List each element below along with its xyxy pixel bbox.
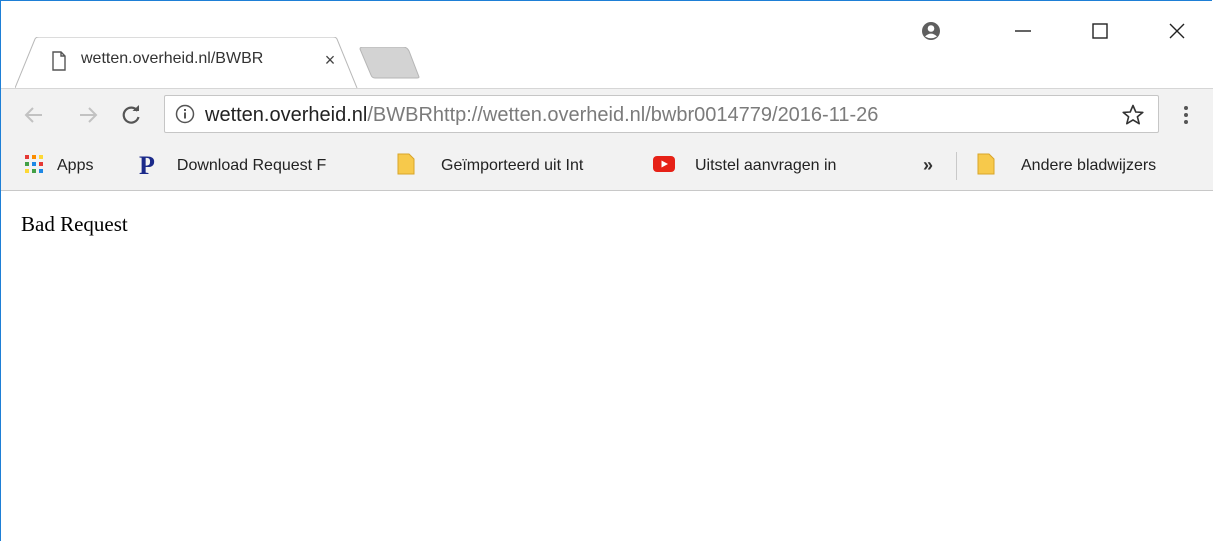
tab-active[interactable]: wetten.overheid.nl/BWBR × <box>15 37 365 88</box>
tab-title: wetten.overheid.nl/BWBR <box>81 50 264 67</box>
url-text[interactable]: wetten.overheid.nl/BWBRhttp://wetten.ove… <box>205 104 878 127</box>
forward-arrow-icon[interactable] <box>73 99 103 131</box>
close-icon[interactable] <box>1157 15 1197 47</box>
bookmark-folder-imported[interactable]: Geïmporteerd uit Int <box>397 142 619 190</box>
page-body-text: Bad Request <box>21 212 128 236</box>
browser-window: wetten.overheid.nl/BWBR × wetten.overhei… <box>0 0 1213 542</box>
bookmark-star-icon[interactable] <box>1121 103 1145 132</box>
bookmarks-overflow-chevron[interactable]: » <box>923 155 933 176</box>
address-bar[interactable]: wetten.overheid.nl/BWBRhttp://wetten.ove… <box>164 95 1159 133</box>
bookmark-apps[interactable]: Apps <box>25 142 93 190</box>
minimize-icon[interactable] <box>1003 15 1043 47</box>
tab-close-icon[interactable]: × <box>320 50 340 70</box>
toolbar: wetten.overheid.nl/BWBRhttp://wetten.ove… <box>1 88 1213 142</box>
bookmark-other-folder[interactable]: Andere bladwijzers <box>977 142 1156 190</box>
bookmark-label: Apps <box>57 157 94 174</box>
p-logo-icon: P <box>139 151 155 180</box>
reload-icon[interactable] <box>116 99 146 131</box>
info-icon[interactable] <box>175 104 195 129</box>
bookmarks-divider <box>956 152 957 180</box>
bookmarks-bar: Apps P Download Request F Geïmporteerd u… <box>1 142 1213 191</box>
bookmark-label: Geïmporteerd uit Int <box>441 157 584 174</box>
page-icon <box>51 51 69 71</box>
account-icon[interactable] <box>911 15 951 47</box>
apps-grid-icon <box>25 154 43 178</box>
bookmark-download-request[interactable]: P Download Request F <box>139 142 365 190</box>
folder-icon <box>977 153 995 180</box>
bookmark-label: Download Request F <box>176 157 327 174</box>
bookmark-label: Andere bladwijzers <box>1021 157 1157 174</box>
title-bar: wetten.overheid.nl/BWBR × <box>1 1 1213 88</box>
bookmark-uitstel-aanvragen[interactable]: Uitstel aanvragen in <box>653 142 879 190</box>
bookmark-label: Uitstel aanvragen in <box>695 157 837 174</box>
youtube-icon <box>653 155 675 177</box>
folder-icon <box>397 153 415 180</box>
menu-dots-icon[interactable] <box>1174 99 1198 131</box>
url-host: wetten.overheid.nl <box>205 104 368 126</box>
url-path: /BWBRhttp://wetten.overheid.nl/bwbr00147… <box>367 104 879 126</box>
new-tab-button[interactable] <box>359 47 421 79</box>
maximize-icon[interactable] <box>1080 15 1120 47</box>
back-arrow-icon[interactable] <box>19 99 49 131</box>
page-content: Bad Request <box>1 191 1213 542</box>
